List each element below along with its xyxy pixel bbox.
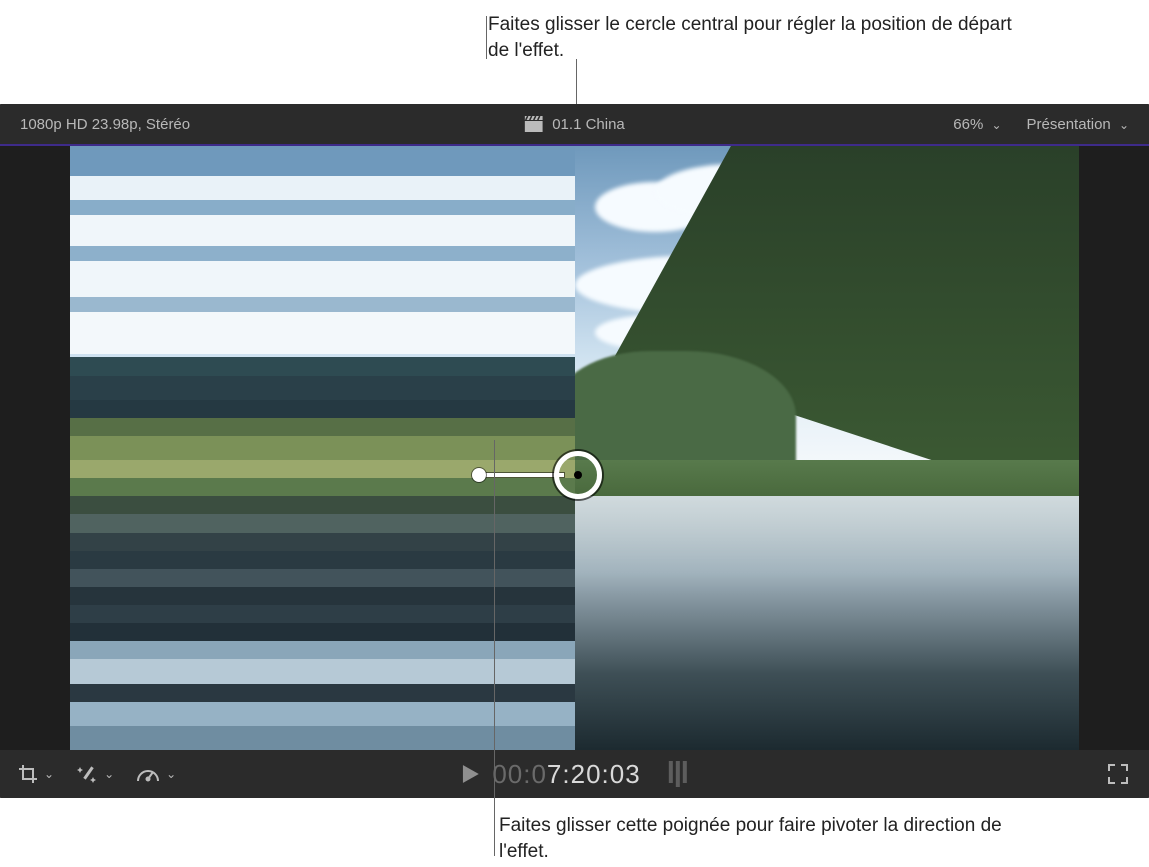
chevron-down-icon: ⌄ bbox=[1119, 118, 1129, 132]
enhance-tool-menu[interactable]: ⌄ bbox=[76, 763, 114, 785]
magic-wand-icon bbox=[76, 763, 98, 785]
effect-on-screen-control[interactable] bbox=[554, 451, 602, 499]
viewer-top-bar: 1080p HD 23.98p, Stéréo 01.1 China bbox=[0, 104, 1149, 144]
effect-direction-line[interactable] bbox=[486, 473, 564, 477]
leader-line bbox=[486, 16, 487, 59]
chevron-down-icon: ⌄ bbox=[44, 767, 54, 781]
timecode-prefix: 00:0 bbox=[492, 759, 547, 789]
view-menu[interactable]: Présentation ⌄ bbox=[1027, 116, 1129, 133]
chevron-down-icon: ⌄ bbox=[166, 767, 176, 781]
top-callout: Faites glisser le cercle central pour ré… bbox=[488, 12, 1028, 63]
loop-icon[interactable] bbox=[669, 761, 687, 787]
crop-icon bbox=[18, 764, 38, 784]
documentation-figure: Faites glisser le cercle central pour ré… bbox=[0, 0, 1149, 867]
zoom-level: 66% bbox=[953, 116, 983, 133]
effect-direction-handle[interactable] bbox=[472, 468, 486, 482]
speed-gauge-icon bbox=[136, 765, 160, 783]
chevron-down-icon: ⌄ bbox=[991, 118, 1001, 132]
tool-group: ⌄ ⌄ bbox=[18, 763, 176, 785]
retime-tool-menu[interactable]: ⌄ bbox=[136, 765, 176, 783]
play-icon[interactable] bbox=[462, 759, 478, 790]
format-label: 1080p HD 23.98p, Stéréo bbox=[20, 116, 190, 133]
viewer-window: 1080p HD 23.98p, Stéréo 01.1 China bbox=[0, 104, 1149, 798]
clip-name: 01.1 China bbox=[552, 116, 625, 133]
view-menu-label: Présentation bbox=[1027, 116, 1111, 133]
bottom-callout: Faites glisser cette poignée pour faire … bbox=[499, 813, 1039, 864]
chevron-down-icon: ⌄ bbox=[104, 767, 114, 781]
timecode: 7:20:03 bbox=[547, 759, 641, 789]
leader-line bbox=[494, 440, 495, 856]
clapperboard-icon bbox=[524, 116, 542, 132]
crop-tool-menu[interactable]: ⌄ bbox=[18, 764, 54, 784]
preview-canvas[interactable] bbox=[70, 146, 1079, 750]
playhead-readout: 00:07:20:03 bbox=[462, 759, 686, 790]
zoom-menu[interactable]: 66% ⌄ bbox=[953, 116, 1001, 133]
fullscreen-button[interactable] bbox=[1107, 763, 1129, 785]
effect-center-ring[interactable] bbox=[554, 451, 602, 499]
viewer-bottom-bar: ⌄ ⌄ bbox=[0, 750, 1149, 798]
motion-blur-effect bbox=[70, 146, 575, 750]
